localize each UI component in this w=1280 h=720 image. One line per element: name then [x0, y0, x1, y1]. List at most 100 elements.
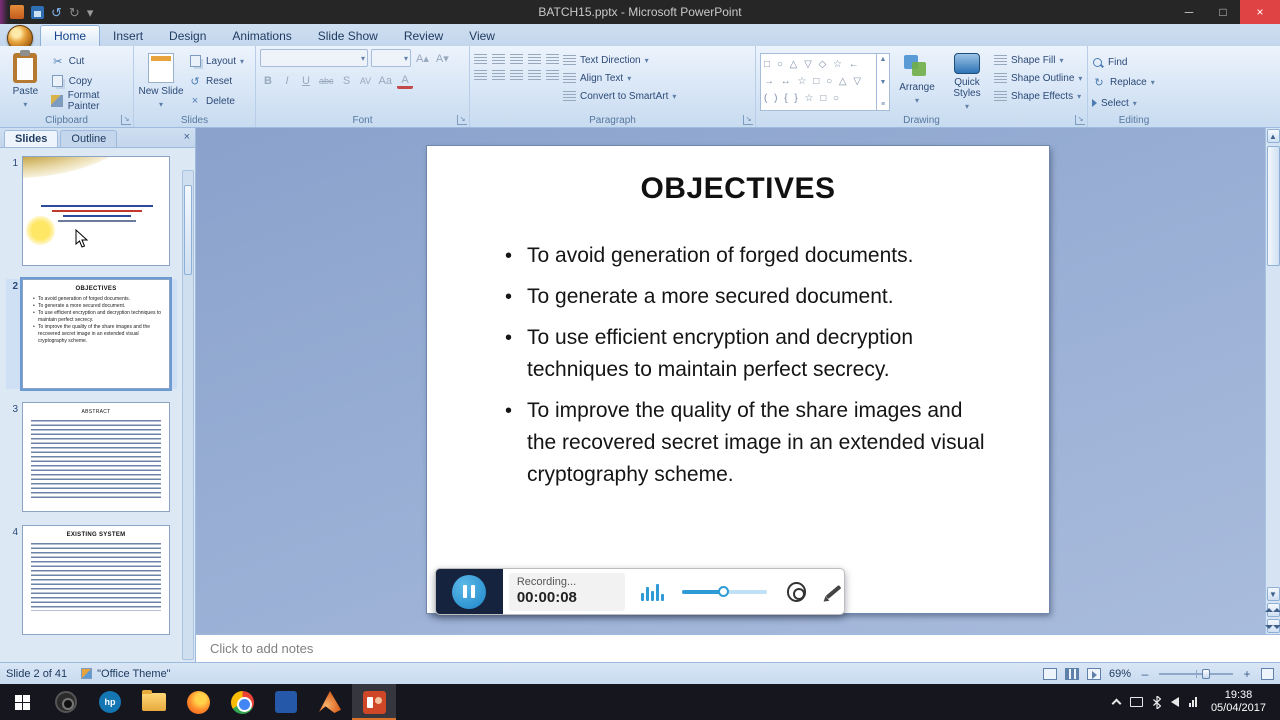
- shapes-gallery-scroll[interactable]: ▲ ▼ ≡: [876, 54, 889, 110]
- next-slide-button[interactable]: [1265, 619, 1280, 633]
- slide-title[interactable]: OBJECTIVES: [427, 172, 1049, 206]
- display-icon[interactable]: [1129, 697, 1143, 707]
- change-case-button[interactable]: Aa: [377, 73, 394, 89]
- tab-insert[interactable]: Insert: [100, 26, 156, 46]
- align-left-button[interactable]: [474, 70, 487, 81]
- font-name-combobox[interactable]: ▾: [260, 49, 368, 67]
- taskbar-hp-app[interactable]: hp: [88, 684, 132, 720]
- format-painter-button[interactable]: Format Painter: [51, 90, 129, 112]
- shape-outline-button[interactable]: Shape Outline ▾: [994, 71, 1082, 86]
- text-direction-button[interactable]: Text Direction ▾: [563, 53, 676, 68]
- shape-effects-button[interactable]: Shape Effects ▾: [994, 89, 1082, 104]
- qat-dropdown-icon[interactable]: ▾: [87, 6, 94, 19]
- drawing-dialog-launcher[interactable]: ↘: [1075, 115, 1085, 125]
- tab-slide-show[interactable]: Slide Show: [305, 26, 391, 46]
- font-dialog-launcher[interactable]: ↘: [457, 115, 467, 125]
- zoom-slider-knob[interactable]: [1201, 668, 1210, 679]
- scroll-down-button[interactable]: ▼: [1266, 587, 1280, 601]
- scroll-up-button[interactable]: ▲: [1266, 129, 1280, 143]
- minimize-button[interactable]: ─: [1172, 0, 1206, 24]
- italic-button[interactable]: I: [279, 73, 295, 89]
- shrink-font-button[interactable]: A▾: [434, 50, 451, 66]
- columns-button[interactable]: [546, 70, 559, 81]
- slide-thumbnail-1[interactable]: 1: [6, 156, 177, 266]
- pause-button[interactable]: [452, 574, 487, 609]
- cut-button[interactable]: ✂ Cut: [51, 53, 129, 69]
- network-icon[interactable]: [1188, 697, 1197, 707]
- taskbar-firefox[interactable]: [176, 684, 220, 720]
- taskbar-photos-app[interactable]: [264, 684, 308, 720]
- slide-thumbnail-2[interactable]: 2 OBJECTIVES To avoid generation of forg…: [6, 277, 177, 391]
- redo-icon[interactable]: ↻: [69, 6, 80, 19]
- align-right-button[interactable]: [510, 70, 523, 81]
- undo-icon[interactable]: ↺: [51, 6, 62, 19]
- tab-animations[interactable]: Animations: [219, 26, 304, 46]
- font-size-combobox[interactable]: ▾: [371, 49, 411, 67]
- align-center-button[interactable]: [492, 70, 505, 81]
- taskbar-file-explorer[interactable]: [132, 684, 176, 720]
- slide-canvas[interactable]: OBJECTIVES To avoid generation of forged…: [427, 146, 1049, 613]
- save-icon[interactable]: [31, 5, 44, 19]
- quick-styles-button[interactable]: Quick Styles ▾: [944, 49, 990, 111]
- volume-icon[interactable]: [1170, 697, 1179, 707]
- previous-slide-button[interactable]: [1265, 603, 1280, 617]
- grow-font-button[interactable]: A▴: [414, 50, 431, 66]
- numbering-button[interactable]: [492, 54, 505, 65]
- replace-button[interactable]: ↻ Replace ▾: [1092, 75, 1154, 90]
- slide-body[interactable]: To avoid generation of forged documents.…: [497, 240, 987, 491]
- tab-design[interactable]: Design: [156, 26, 219, 46]
- justify-button[interactable]: [528, 70, 541, 81]
- slideshow-view-button[interactable]: [1086, 667, 1101, 680]
- fit-to-window-button[interactable]: [1261, 667, 1274, 680]
- layout-button[interactable]: Layout ▾: [188, 53, 244, 69]
- taskbar-clock[interactable]: 19:38 05/04/2017: [1207, 689, 1270, 715]
- slide-thumbnail-3[interactable]: 3 ABSTRACT: [6, 402, 177, 512]
- taskbar-chrome[interactable]: [220, 684, 264, 720]
- close-pane-icon[interactable]: ×: [184, 131, 190, 143]
- align-text-button[interactable]: Align Text ▾: [563, 71, 676, 86]
- clipboard-dialog-launcher[interactable]: ↘: [121, 115, 131, 125]
- shape-fill-button[interactable]: Shape Fill ▾: [994, 53, 1082, 68]
- zoom-slider[interactable]: [1159, 668, 1233, 679]
- decrease-indent-button[interactable]: [510, 54, 523, 65]
- webcam-icon[interactable]: [786, 581, 807, 602]
- tab-view[interactable]: View: [456, 26, 508, 46]
- volume-slider[interactable]: [682, 585, 767, 597]
- maximize-button[interactable]: □: [1206, 0, 1240, 24]
- tray-expand-icon[interactable]: [1111, 697, 1122, 709]
- arrange-button[interactable]: Arrange ▾: [894, 49, 940, 111]
- bluetooth-icon[interactable]: [1153, 695, 1161, 709]
- vertical-scrollbar[interactable]: ▲ ▼: [1265, 128, 1280, 634]
- taskbar-matlab[interactable]: [308, 684, 352, 720]
- pen-icon[interactable]: [822, 581, 844, 603]
- bold-button[interactable]: B: [260, 73, 276, 89]
- underline-button[interactable]: U: [298, 73, 314, 89]
- reset-button[interactable]: ↺ Reset: [188, 73, 244, 89]
- zoom-out-button[interactable]: –: [1139, 667, 1151, 681]
- strikethrough-button[interactable]: abc: [317, 73, 336, 89]
- slide-sorter-view-button[interactable]: [1064, 667, 1079, 680]
- increase-indent-button[interactable]: [528, 54, 541, 65]
- notes-pane[interactable]: Click to add notes: [196, 634, 1280, 662]
- normal-view-button[interactable]: [1042, 667, 1057, 680]
- thumbnail-scrollbar[interactable]: [182, 170, 194, 660]
- font-color-button[interactable]: A: [396, 73, 413, 89]
- slides-tab[interactable]: Slides: [4, 130, 59, 147]
- scrollbar-thumb[interactable]: [1266, 146, 1280, 266]
- tab-review[interactable]: Review: [391, 26, 456, 46]
- shapes-gallery[interactable]: □ ○ △ ▽ ◇ ☆ ← → ↔ ☆ □ ○ △ ▽ ( ) { } ☆ □ …: [760, 53, 890, 111]
- line-spacing-button[interactable]: [546, 54, 559, 65]
- select-button[interactable]: Select ▾: [1092, 96, 1155, 111]
- start-button[interactable]: [0, 684, 44, 720]
- paste-button[interactable]: Paste ▾: [4, 49, 47, 111]
- find-button[interactable]: Find: [1092, 55, 1155, 70]
- delete-button[interactable]: × Delete: [188, 93, 244, 109]
- close-button[interactable]: ×: [1240, 0, 1280, 24]
- slide-thumbnail-4[interactable]: 4 EXISTING SYSTEM: [6, 525, 177, 635]
- paragraph-dialog-launcher[interactable]: ↘: [743, 115, 753, 125]
- taskbar-camera-app[interactable]: [44, 684, 88, 720]
- bullets-button[interactable]: [474, 54, 487, 65]
- text-shadow-button[interactable]: S: [339, 73, 355, 89]
- copy-button[interactable]: Copy: [51, 73, 129, 89]
- outline-tab[interactable]: Outline: [60, 130, 118, 147]
